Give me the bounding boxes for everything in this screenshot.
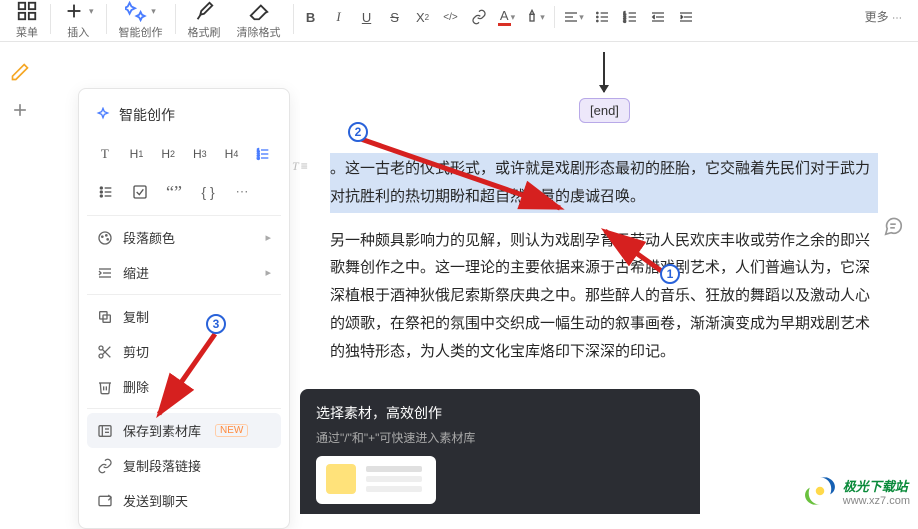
annotation-badge-3: 3 xyxy=(206,314,226,334)
plus-rail-icon[interactable] xyxy=(10,100,30,120)
more-button[interactable]: 更多 ⋯ xyxy=(857,0,910,33)
format-painter-group[interactable]: 格式刷 xyxy=(180,0,229,42)
text-type-icon: T xyxy=(292,155,299,177)
trash-icon xyxy=(97,379,113,395)
chevron-right-icon: ▸ xyxy=(265,266,271,279)
logo-icon xyxy=(803,474,837,508)
link-icon xyxy=(97,458,113,474)
smart-group[interactable]: ▾ 智能创作 xyxy=(111,0,171,42)
menu-label: 菜单 xyxy=(16,24,38,40)
send-icon xyxy=(97,493,113,509)
popup-subtitle: 通过"/"和"+"可快速进入素材库 xyxy=(316,429,684,446)
insert-group[interactable]: ▾ 插入 xyxy=(55,0,102,42)
heading-row-1: T H1 H2 H3 H4 123 xyxy=(87,135,281,173)
copy-item[interactable]: 复制 xyxy=(87,299,281,334)
material-popup: 选择素材，高效创作 通过"/"和"+"可快速进入素材库 xyxy=(300,389,700,514)
clear-format-group[interactable]: 清除格式 xyxy=(229,0,289,42)
brush-icon xyxy=(193,0,215,22)
pencil-icon[interactable] xyxy=(10,62,30,82)
paragraph-handle[interactable]: T ≡ xyxy=(292,155,308,177)
watermark: 极光下载站 www.xz7.com xyxy=(803,474,910,508)
font-color-button[interactable]: A▾ xyxy=(494,6,520,28)
sparkle-icon xyxy=(95,107,111,123)
strike-button[interactable]: S xyxy=(382,6,408,28)
highlight-button[interactable]: ▾ xyxy=(522,6,548,28)
italic-button[interactable]: I xyxy=(326,6,352,28)
heading-h2[interactable]: H2 xyxy=(154,141,182,167)
left-rail xyxy=(0,42,40,514)
popup-title: 选择素材，高效创作 xyxy=(316,403,684,423)
heading-h1[interactable]: H1 xyxy=(123,141,151,167)
delete-item[interactable]: 删除 xyxy=(87,369,281,404)
align-left-button[interactable]: ▾ xyxy=(561,6,587,28)
palette-icon xyxy=(97,230,113,246)
indent-item[interactable]: 缩进 ▸ xyxy=(87,255,281,290)
end-node[interactable]: [end] xyxy=(579,98,630,123)
heading-h4[interactable]: H4 xyxy=(218,141,246,167)
eraser-icon xyxy=(248,0,270,22)
clear-format-label: 清除格式 xyxy=(237,24,281,40)
inline-code-button[interactable]: </> xyxy=(438,6,464,28)
save-to-library-item[interactable]: 保存到素材库 NEW xyxy=(87,413,281,448)
comment-icon[interactable] xyxy=(882,215,904,237)
copy-paragraph-link-item[interactable]: 复制段落链接 xyxy=(87,448,281,483)
heading-row-2: “” { } ⋯ xyxy=(87,173,281,211)
new-tag: NEW xyxy=(215,424,248,437)
svg-text:3: 3 xyxy=(257,155,260,160)
svg-text:3: 3 xyxy=(623,18,626,23)
magic-icon xyxy=(125,0,147,22)
arrow-down-icon xyxy=(603,52,605,92)
grid-icon xyxy=(16,0,38,22)
bold-button[interactable]: B xyxy=(298,6,324,28)
send-to-chat-item[interactable]: 发送到聊天 xyxy=(87,483,281,518)
indent-icon xyxy=(97,265,113,281)
chevron-right-icon: ▸ xyxy=(265,231,271,244)
underline-button[interactable]: U xyxy=(354,6,380,28)
top-toolbar: 菜单 ▾ 插入 ▾ 智能创作 格式刷 清除格式 B I U S X2 </> A… xyxy=(0,0,918,42)
checkbox-icon[interactable] xyxy=(125,179,155,205)
ordered-list-icon[interactable]: 123 xyxy=(249,141,277,167)
more-styles-icon[interactable]: ⋯ xyxy=(227,179,257,205)
bullet-icon[interactable] xyxy=(91,179,121,205)
panel-title: 智能创作 xyxy=(87,99,281,135)
codeblock-icon[interactable]: { } xyxy=(193,179,223,205)
numbered-list-button[interactable]: 123 xyxy=(617,6,643,28)
outdent-button[interactable] xyxy=(645,6,671,28)
quote-icon[interactable]: “” xyxy=(159,179,189,205)
bullet-list-button[interactable] xyxy=(589,6,615,28)
plus-icon xyxy=(63,0,85,22)
smart-creation-panel: 智能创作 T H1 H2 H3 H4 123 “” { } ⋯ 段落颜色 ▸ 缩… xyxy=(78,88,290,529)
insert-label: 插入 xyxy=(67,24,89,40)
annotation-badge-2: 2 xyxy=(348,122,368,142)
link-button[interactable] xyxy=(466,6,492,28)
format-painter-label: 格式刷 xyxy=(188,24,221,40)
paragraph-2[interactable]: 另一种颇具影响力的见解，则认为戏剧孕育于劳动人民欢庆丰收或劳作之余的即兴歌舞创作… xyxy=(330,227,878,366)
popup-preview-thumb[interactable] xyxy=(316,456,436,504)
superscript-button[interactable]: X2 xyxy=(410,6,436,28)
paragraph-color-item[interactable]: 段落颜色 ▸ xyxy=(87,220,281,255)
menu-group[interactable]: 菜单 xyxy=(8,0,46,42)
library-icon xyxy=(97,423,113,439)
paragraph-1[interactable]: T ≡ 。这一古老的仪式形式，或许就是戏剧形态最初的胚胎，它交融着先民们对于武力… xyxy=(330,153,878,213)
cut-item[interactable]: 剪切 xyxy=(87,334,281,369)
copy-icon xyxy=(97,309,113,325)
text-style-t[interactable]: T xyxy=(91,141,119,167)
heading-h3[interactable]: H3 xyxy=(186,141,214,167)
indent-button[interactable] xyxy=(673,6,699,28)
scissors-icon xyxy=(97,344,113,360)
flowchart-end: [end] xyxy=(579,52,629,123)
annotation-badge-1: 1 xyxy=(660,264,680,284)
smart-label: 智能创作 xyxy=(119,24,163,40)
drag-handle-icon: ≡ xyxy=(301,155,308,177)
